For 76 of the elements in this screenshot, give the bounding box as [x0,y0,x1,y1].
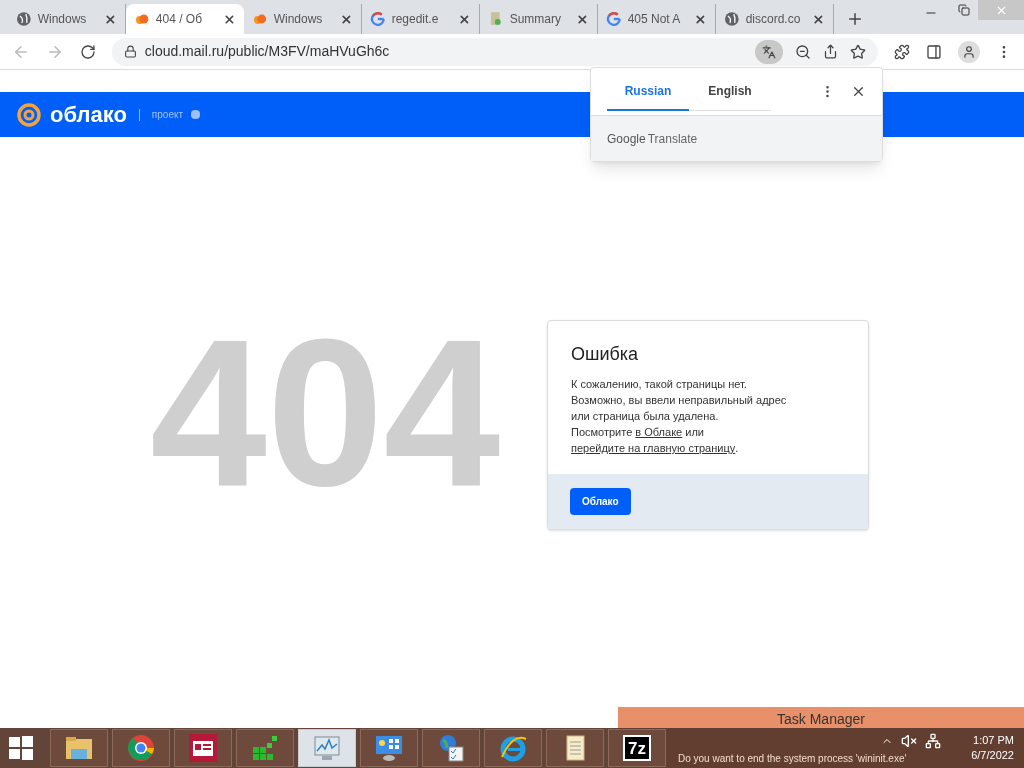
cloud-button[interactable]: Облако [570,488,631,515]
close-icon[interactable] [694,12,707,26]
dialog-message: Do you want to end the system process 'wininit.exe' [678,754,907,764]
network-icon[interactable] [925,733,942,749]
chrome-icon [126,733,156,763]
taskbar-app-button[interactable] [50,729,108,767]
address-bar[interactable]: cloud.mail.ru/public/M3FV/maHVuGh6c [111,37,879,66]
at-sign-logo-icon [16,101,42,128]
close-icon[interactable] [851,84,866,99]
taskbar-app-button[interactable] [236,729,294,767]
tab-title: Windows [273,11,324,28]
cloud-link[interactable]: в Облаке [635,426,683,438]
profile-avatar[interactable] [958,40,981,63]
control-panel-icon [374,733,404,763]
lock-icon [123,45,137,58]
close-icon[interactable] [340,12,353,26]
cubes-icon [250,733,280,763]
new-tab-icon[interactable] [846,10,864,28]
project-tagline: проект [151,108,184,122]
taskbar-app-button[interactable] [112,729,170,767]
language-tab[interactable]: English [689,72,771,111]
clock-date: 6/7/2022 [971,748,1014,763]
g-logo-icon [606,11,622,27]
newspaper-icon [188,733,218,763]
person-icon [962,44,977,59]
globe-icon [16,11,32,27]
side-panel-icon[interactable] [926,43,943,60]
restore-icon[interactable] [958,4,970,16]
tab-title: 405 Not A [627,11,682,28]
windows-start-icon[interactable] [8,735,34,761]
tab-title: Summary [509,11,562,28]
document-icon [488,11,504,27]
tab-title: regedit.e [391,11,440,28]
zoom-out-icon[interactable] [795,43,812,60]
language-tab[interactable]: Russian [607,72,689,111]
card-text: или [684,426,704,438]
close-icon[interactable] [812,12,825,26]
monitor-chart-icon [312,733,342,763]
extensions-icon[interactable] [894,43,911,60]
translate-icon [762,44,777,59]
close-icon[interactable] [223,12,236,26]
globe-icon [724,11,740,27]
translate-label: Translate [647,130,698,148]
browser-tab[interactable]: 404 / Об [126,4,244,34]
g-logo-icon [370,11,386,27]
taskbar-app-button[interactable] [422,729,480,767]
google-brand: Google [607,130,646,148]
card-text: . [735,442,739,454]
close-icon[interactable] [576,12,589,26]
site-logo[interactable]: облако [50,103,127,126]
taskbar-app-button[interactable] [546,729,604,767]
bookmark-star-icon[interactable] [850,43,867,60]
dialog-title: Task Manager [776,710,866,727]
card-text: Посмотрите [571,426,634,438]
taskbar-app-button[interactable] [484,729,542,767]
muted-speaker-icon[interactable] [901,733,918,749]
close-icon[interactable] [104,12,117,26]
taskbar-app-button[interactable] [360,729,418,767]
card-text: Возможно, вы ввели неправильный адрес [571,393,788,408]
tab-title: 404 / Об [155,11,204,28]
taskbar-app-button[interactable]: 7z [608,729,666,767]
7z-icon: 7z [623,735,651,761]
share-icon[interactable] [823,44,839,59]
taskbar-app-button[interactable] [174,729,232,767]
card-title: Ошибка [571,343,640,366]
clock-time: 1:07 PM [973,733,1014,748]
clock[interactable]: 1:07 PM 6/7/2022 [971,733,1014,763]
card-text: К сожалению, такой страницы нет. [571,377,748,392]
home-page-link[interactable]: перейдите на главную страницу [571,440,736,456]
reload-icon[interactable] [79,43,96,60]
tab-title: discord.co [745,11,802,28]
tab-title: Windows [37,11,88,28]
url-text: cloud.mail.ru/public/M3FV/maHVuGh6c [144,42,390,61]
translate-button[interactable] [755,39,784,64]
card-text: или страница была удалена. [571,409,720,424]
close-icon[interactable] [458,12,471,26]
